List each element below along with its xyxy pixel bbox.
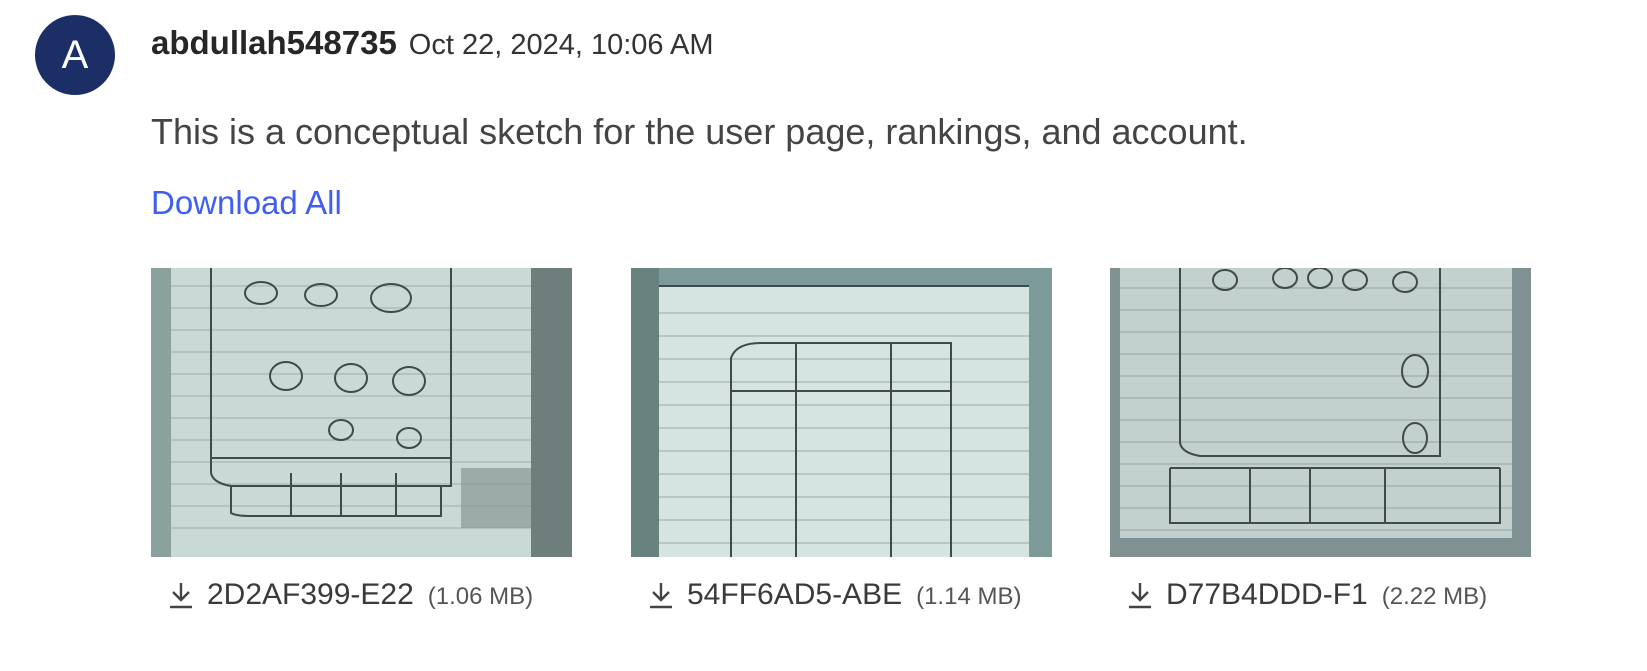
download-icon: [650, 583, 672, 609]
attachment-download[interactable]: 2D2AF399-E22 (1.06 MB): [151, 578, 572, 612]
message-header: abdullah548735 Oct 22, 2024, 10:06 AM: [151, 24, 714, 62]
download-icon: [1129, 583, 1151, 609]
attachment-download[interactable]: D77B4DDD-F1 (2.22 MB): [1110, 578, 1531, 612]
timestamp: Oct 22, 2024, 10:06 AM: [408, 29, 714, 61]
attachment-card: D77B4DDD-F1 (2.22 MB): [1110, 268, 1531, 612]
attachment-download[interactable]: 54FF6AD5-ABE (1.14 MB): [631, 578, 1052, 612]
attachment-filename: 54FF6AD5-ABE: [687, 578, 903, 611]
attachment-thumbnail[interactable]: [151, 268, 572, 557]
username[interactable]: abdullah548735: [151, 24, 397, 62]
avatar-letter: A: [61, 32, 89, 77]
attachment-card: 54FF6AD5-ABE (1.14 MB): [631, 268, 1052, 612]
download-icon: [170, 583, 192, 609]
attachment-filename: D77B4DDD-F1: [1166, 578, 1368, 611]
attachment-filesize: (2.22 MB): [1381, 583, 1488, 610]
attachment-filesize: (1.14 MB): [916, 583, 1022, 610]
attachment-thumbnail[interactable]: [631, 268, 1052, 557]
attachment-filename: 2D2AF399-E22: [207, 578, 414, 611]
avatar[interactable]: A: [35, 15, 115, 95]
attachment-card: 2D2AF399-E22 (1.06 MB): [151, 268, 572, 612]
attachment-thumbnail[interactable]: [1110, 268, 1531, 557]
attachment-filesize: (1.06 MB): [427, 583, 534, 610]
message-text: This is a conceptual sketch for the user…: [151, 111, 1248, 152]
download-all-link[interactable]: Download All: [151, 184, 342, 222]
